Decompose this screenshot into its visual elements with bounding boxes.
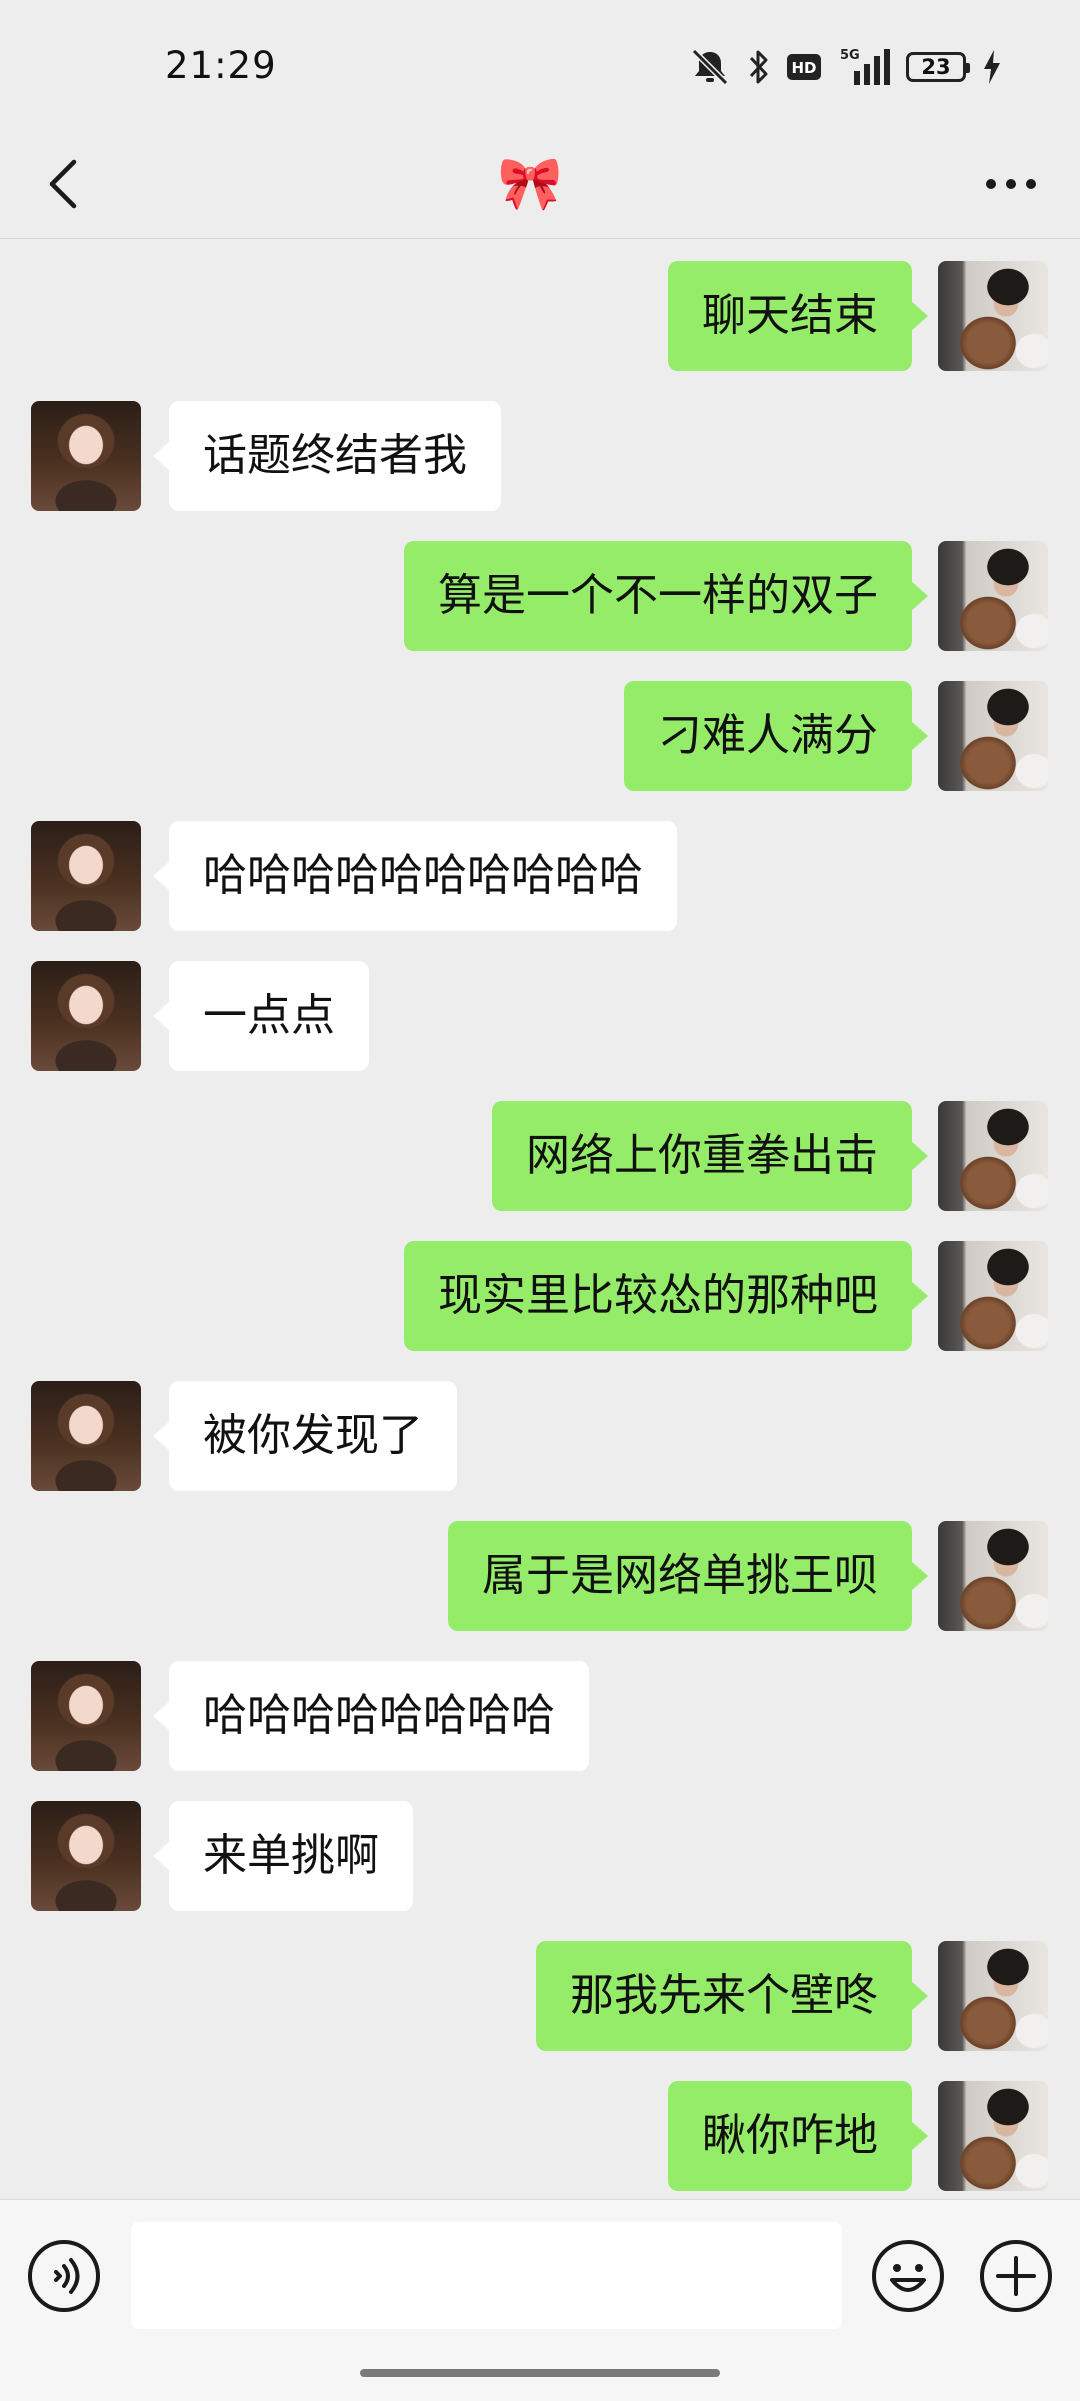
plus-button[interactable] [976,2236,1056,2316]
message-item: 属于是网络单挑王呗 [0,1521,1080,1631]
message-bubble[interactable]: 刁难人满分 [624,681,928,791]
message-bubble[interactable]: 来单挑啊 [153,1801,413,1911]
more-button[interactable] [966,148,1056,220]
avatar[interactable] [938,1101,1048,1211]
avatar[interactable] [938,1241,1048,1351]
emoji-icon [872,2240,944,2312]
message-item: 现实里比较怂的那种吧 [0,1241,1080,1351]
message-bubble[interactable]: 哈哈哈哈哈哈哈哈哈哈 [153,821,677,931]
message-item: 那我先来个壁咚 [0,1941,1080,2051]
message-item: 刁难人满分 [0,681,1080,791]
chat-title: 🎀 [497,154,563,214]
avatar[interactable] [31,1381,141,1491]
message-list[interactable]: 聊天结束 话题终结者我 算是一个不一样的双子 刁难人满分 哈哈哈哈哈哈哈哈哈哈 … [0,239,1080,2199]
voice-icon [28,2240,100,2312]
message-item: 一点点 [0,961,1080,1071]
message-bubble[interactable]: 一点点 [153,961,369,1071]
message-bubble[interactable]: 话题终结者我 [153,401,501,511]
avatar[interactable] [31,401,141,511]
status-icons: HD 5G 23 [688,44,1002,90]
back-button[interactable] [28,148,100,220]
svg-text:HD: HD [791,59,816,77]
battery-icon: 23 [906,52,970,82]
bluetooth-icon [748,48,770,86]
mute-bell-icon [688,47,732,87]
avatar[interactable] [31,961,141,1071]
voice-button[interactable] [24,2236,104,2316]
message-item: 被你发现了 [0,1381,1080,1491]
message-item: 来单挑啊 [0,1801,1080,1911]
message-bubble[interactable]: 算是一个不一样的双子 [404,541,928,651]
message-item: 哈哈哈哈哈哈哈哈 [0,1661,1080,1771]
message-bubble[interactable]: 属于是网络单挑王呗 [448,1521,928,1631]
avatar[interactable] [938,261,1048,371]
message-item: 聊天结束 [0,261,1080,371]
svg-text:5G: 5G [840,48,860,63]
battery-level: 23 [921,55,951,79]
message-bubble[interactable]: 那我先来个壁咚 [536,1941,928,2051]
message-input[interactable] [131,2222,842,2329]
avatar[interactable] [31,1801,141,1911]
avatar[interactable] [938,681,1048,791]
avatar[interactable] [31,1661,141,1771]
avatar[interactable] [31,821,141,931]
message-bubble[interactable]: 聊天结束 [668,261,928,371]
message-bubble[interactable]: 瞅你咋地 [668,2081,928,2191]
message-item: 哈哈哈哈哈哈哈哈哈哈 [0,821,1080,931]
emoji-button[interactable] [868,2236,948,2316]
avatar[interactable] [938,1521,1048,1631]
message-item: 算是一个不一样的双子 [0,541,1080,651]
plus-icon [980,2240,1052,2312]
message-item: 瞅你咋地 [0,2081,1080,2191]
signal-5g-icon: 5G [838,47,890,87]
chevron-left-icon [49,159,77,209]
hd-icon: HD [786,52,822,82]
message-bubble[interactable]: 被你发现了 [153,1381,457,1491]
charging-bolt-icon [982,49,1002,85]
avatar[interactable] [938,541,1048,651]
home-indicator[interactable] [360,2369,720,2377]
chat-header: 🎀 [0,130,1080,239]
message-bubble[interactable]: 哈哈哈哈哈哈哈哈 [153,1661,589,1771]
more-dots-icon [986,179,1036,189]
message-bubble[interactable]: 网络上你重拳出击 [492,1101,928,1211]
status-bar: 21:29 HD 5G 23 [0,0,1080,130]
message-item: 网络上你重拳出击 [0,1101,1080,1211]
status-time: 21:29 [165,44,277,87]
avatar[interactable] [938,2081,1048,2191]
avatar[interactable] [938,1941,1048,2051]
message-item: 话题终结者我 [0,401,1080,511]
message-bubble[interactable]: 现实里比较怂的那种吧 [404,1241,928,1351]
